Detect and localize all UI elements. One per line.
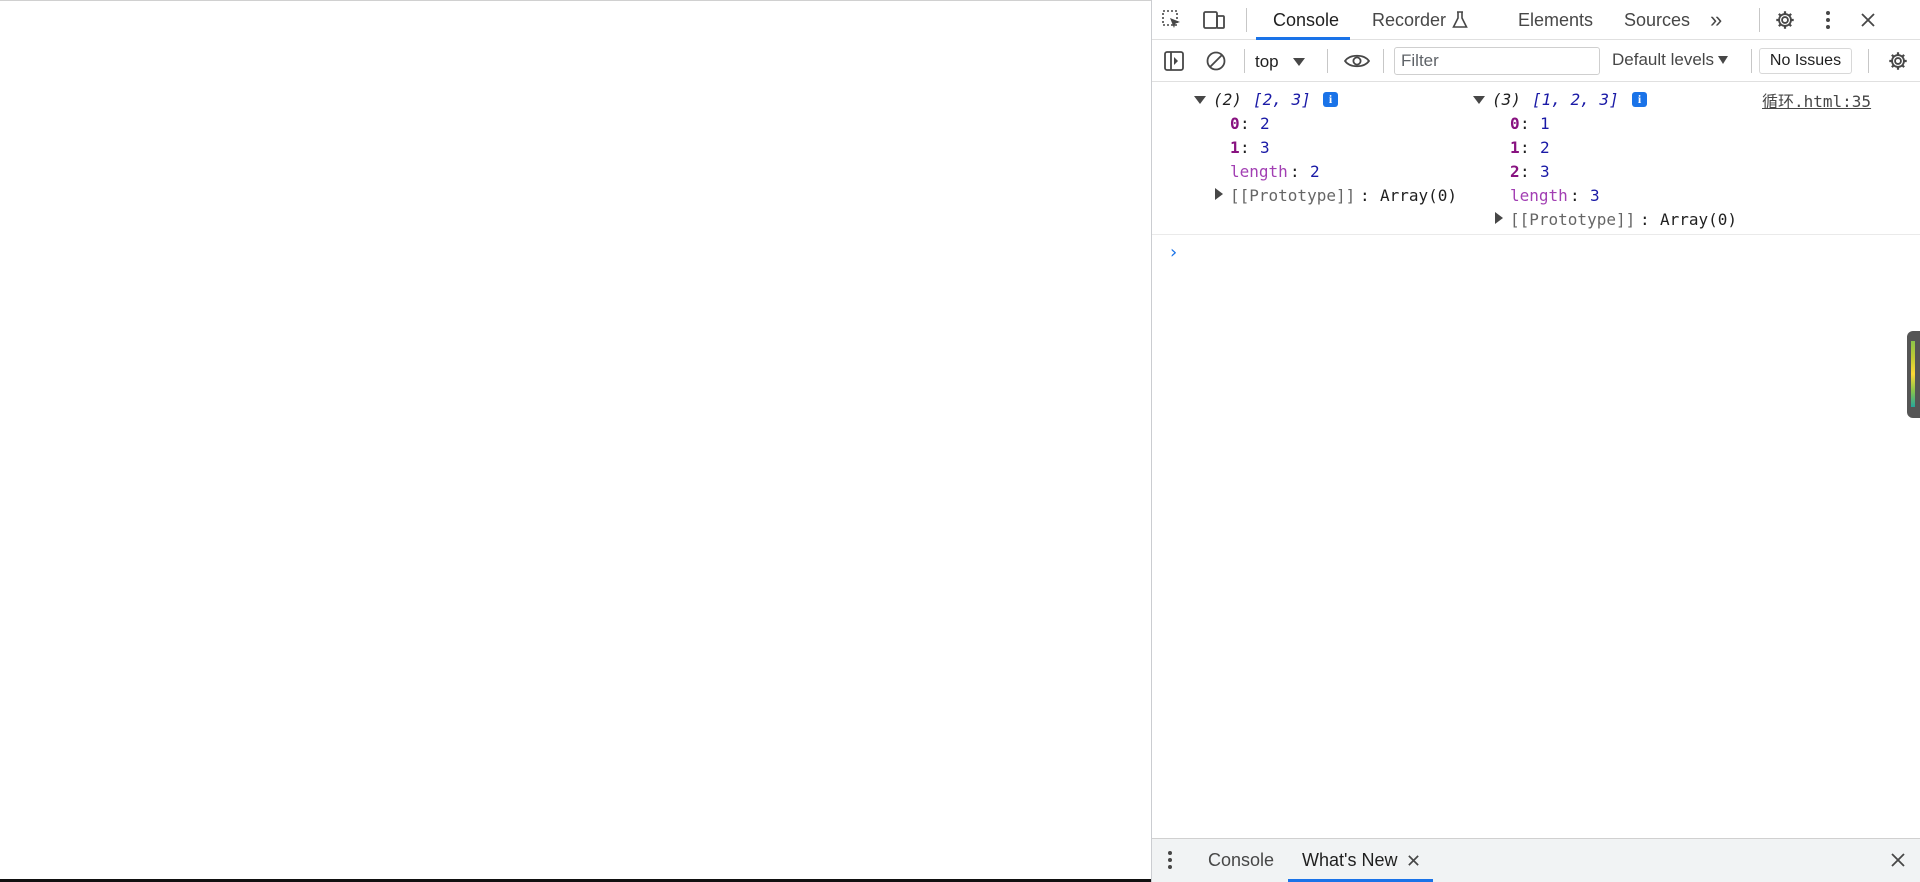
tab-elements-label: Elements xyxy=(1518,9,1594,30)
property-value: 3 xyxy=(1260,138,1270,157)
expand-triangle-icon[interactable] xyxy=(1194,96,1206,104)
clear-console-icon[interactable] xyxy=(1204,49,1228,73)
issues-button[interactable]: No Issues xyxy=(1759,48,1852,74)
info-badge-icon[interactable]: i xyxy=(1632,92,1647,107)
dropdown-triangle-icon xyxy=(1292,58,1305,66)
drawer-tab-whats-new[interactable]: What's New xyxy=(1302,839,1420,881)
settings-gear-icon[interactable] xyxy=(1773,8,1797,32)
scroll-indicator[interactable] xyxy=(1907,331,1920,418)
tab-console[interactable]: Console xyxy=(1273,0,1339,40)
filter-input[interactable] xyxy=(1394,47,1600,75)
context-selector[interactable]: top xyxy=(1255,50,1305,74)
console-settings-icon[interactable] xyxy=(1886,49,1910,73)
drawer-tabbar: Console What's New xyxy=(1152,838,1920,882)
tab-recorder-label: Recorder xyxy=(1372,9,1447,30)
prototype-value: Array(0) xyxy=(1380,186,1458,205)
drawer-menu-icon[interactable] xyxy=(1160,849,1180,871)
drawer-tab-whats-new-label: What's New xyxy=(1302,849,1398,870)
drawer-tab-console[interactable]: Console xyxy=(1208,839,1274,881)
array-summary-count: (2) xyxy=(1213,90,1242,109)
property-key: 0 xyxy=(1230,114,1240,133)
info-badge-icon[interactable]: i xyxy=(1323,92,1338,107)
property-key: 0 xyxy=(1510,114,1520,133)
devtools-panel: Console Recorder Elements Sources » top … xyxy=(1151,0,1920,882)
console-output: 循环.html:35 (2) [2, 3] i 0: 2 1: 3 length… xyxy=(1152,82,1920,837)
devtools-main-tabbar: Console Recorder Elements Sources » xyxy=(1152,0,1920,40)
tab-recorder[interactable]: Recorder xyxy=(1372,0,1468,40)
property-key: 2 xyxy=(1510,162,1520,181)
expand-triangle-icon[interactable] xyxy=(1495,212,1503,224)
property-value: 1 xyxy=(1540,114,1550,133)
context-selector-label: top xyxy=(1255,52,1279,71)
close-devtools-icon[interactable] xyxy=(1856,8,1880,32)
device-toolbar-icon[interactable] xyxy=(1202,8,1226,32)
live-expression-eye-icon[interactable] xyxy=(1343,49,1371,73)
more-tabs-icon[interactable]: » xyxy=(1710,0,1722,40)
tab-elements[interactable]: Elements xyxy=(1518,0,1593,40)
property-key: 1 xyxy=(1230,138,1240,157)
length-value: 3 xyxy=(1590,186,1600,205)
log-levels-dropdown[interactable]: Default levels xyxy=(1612,50,1729,70)
array-summary-count: (3) xyxy=(1492,90,1521,109)
log-divider xyxy=(1152,234,1920,235)
length-key: length xyxy=(1230,162,1288,181)
console-prompt-chevron-icon[interactable]: › xyxy=(1168,242,1179,263)
prototype-value: Array(0) xyxy=(1660,210,1738,229)
source-location-link[interactable]: 循环.html:35 xyxy=(1762,88,1871,112)
prototype-key: [[Prototype]] xyxy=(1510,210,1636,229)
drawer-tab-console-label: Console xyxy=(1208,849,1275,870)
tab-sources-label: Sources xyxy=(1624,9,1691,30)
tab-console-label: Console xyxy=(1273,9,1340,30)
property-key: 1 xyxy=(1510,138,1520,157)
property-value: 2 xyxy=(1540,138,1550,157)
issues-button-label: No Issues xyxy=(1769,52,1842,69)
sidebar-toggle-icon[interactable] xyxy=(1162,49,1186,73)
property-value: 3 xyxy=(1540,162,1550,181)
expand-triangle-icon[interactable] xyxy=(1473,96,1485,104)
flask-icon xyxy=(1452,11,1468,29)
close-tab-icon[interactable] xyxy=(1407,854,1420,867)
expand-triangle-icon[interactable] xyxy=(1215,188,1223,200)
log-levels-label: Default levels xyxy=(1612,50,1715,69)
console-toolbar: top Default levels No Issues xyxy=(1152,40,1920,82)
length-value: 2 xyxy=(1310,162,1320,181)
inspected-page-viewport xyxy=(0,0,1151,882)
close-drawer-icon[interactable] xyxy=(1887,849,1909,871)
tab-sources[interactable]: Sources xyxy=(1624,0,1690,40)
length-key: length xyxy=(1510,186,1568,205)
array-summary-values: [1, 2, 3] xyxy=(1532,90,1619,109)
scroll-indicator-meter xyxy=(1911,341,1915,407)
prototype-key: [[Prototype]] xyxy=(1230,186,1356,205)
inspect-element-icon[interactable] xyxy=(1160,8,1184,32)
array-summary-values: [2, 3] xyxy=(1253,90,1311,109)
dropdown-triangle-icon xyxy=(1718,56,1729,64)
kebab-menu-icon[interactable] xyxy=(1816,8,1840,32)
property-value: 2 xyxy=(1260,114,1270,133)
